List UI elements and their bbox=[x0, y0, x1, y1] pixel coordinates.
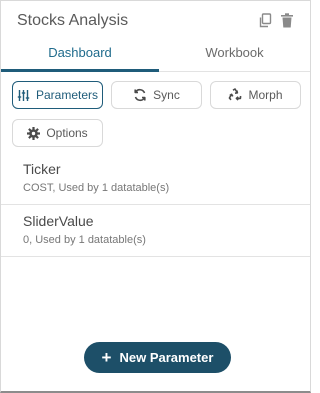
morph-button-label: Morph bbox=[248, 88, 283, 102]
parameter-name: SliderValue bbox=[23, 213, 94, 229]
new-parameter-button[interactable]: + New Parameter bbox=[84, 342, 231, 373]
panel-header-actions bbox=[258, 13, 294, 28]
parameters-button-label: Parameters bbox=[35, 88, 99, 102]
panel-tabs: Dashboard Workbook bbox=[1, 39, 310, 72]
panel-header: Stocks Analysis bbox=[1, 1, 310, 39]
trash-icon[interactable] bbox=[280, 13, 294, 28]
parameter-name: Ticker bbox=[23, 161, 61, 177]
stocks-analysis-panel: Stocks Analysis Dashboard Workbook Param… bbox=[0, 0, 311, 393]
plus-icon: + bbox=[101, 348, 112, 367]
sync-icon bbox=[134, 88, 146, 102]
recycle-icon bbox=[229, 88, 242, 101]
copy-icon[interactable] bbox=[258, 13, 272, 28]
tab-workbook[interactable]: Workbook bbox=[159, 39, 310, 71]
panel-title: Stocks Analysis bbox=[17, 12, 129, 29]
parameter-usage: 0, Used by 1 datatable(s) bbox=[23, 234, 146, 246]
parameter-list: Ticker COST, Used by 1 datatable(s) Slid… bbox=[1, 153, 310, 257]
sliders-icon bbox=[17, 89, 30, 101]
sync-button-label: Sync bbox=[153, 88, 180, 102]
options-button-label: Options bbox=[46, 126, 88, 140]
parameter-usage: COST, Used by 1 datatable(s) bbox=[23, 182, 170, 194]
parameters-button[interactable]: Parameters bbox=[12, 81, 103, 109]
new-parameter-label: New Parameter bbox=[119, 350, 214, 365]
morph-button[interactable]: Morph bbox=[210, 81, 301, 109]
tab-dashboard[interactable]: Dashboard bbox=[1, 39, 159, 72]
sync-button[interactable]: Sync bbox=[111, 81, 202, 109]
options-button[interactable]: Options bbox=[12, 119, 103, 147]
gear-icon bbox=[27, 126, 41, 140]
parameter-item-slidervalue[interactable]: SliderValue 0, Used by 1 datatable(s) bbox=[1, 205, 310, 257]
parameter-item-ticker[interactable]: Ticker COST, Used by 1 datatable(s) bbox=[1, 153, 310, 205]
